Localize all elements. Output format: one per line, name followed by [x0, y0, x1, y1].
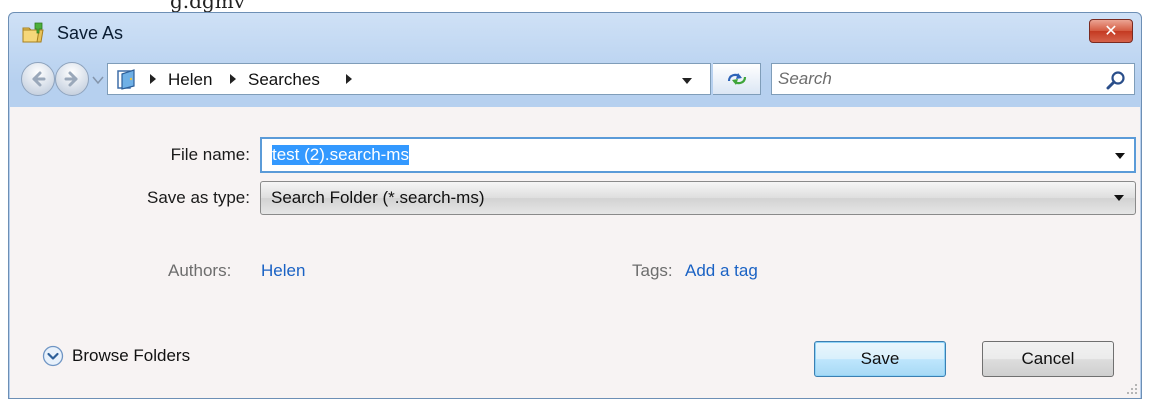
search-input[interactable]: [778, 67, 1088, 91]
authors-value[interactable]: Helen: [261, 261, 305, 281]
background-text: g.dgmv: [170, 0, 246, 12]
forward-arrow-icon: [64, 71, 78, 87]
tags-label: Tags:: [632, 261, 673, 280]
save-as-type-value: Search Folder (*.search-ms): [271, 188, 485, 207]
title-bar: Save As ✕: [9, 13, 1141, 53]
refresh-button[interactable]: [713, 63, 761, 95]
breadcrumb-searches[interactable]: Searches: [248, 70, 320, 90]
add-tag-link[interactable]: Add a tag: [685, 261, 758, 281]
back-arrow-icon: [32, 71, 46, 87]
chevron-down-icon[interactable]: [680, 76, 694, 86]
breadcrumb-arrow-icon[interactable]: [148, 73, 158, 85]
navigation-bar: Helen Searches: [9, 53, 1141, 103]
refresh-icon: [727, 73, 746, 85]
chevron-down-icon: [1114, 195, 1124, 201]
authors-label: Authors:: [168, 261, 232, 280]
save-folder-icon: [22, 22, 44, 43]
search-icon[interactable]: [1106, 70, 1126, 90]
chevron-down-icon[interactable]: [1114, 152, 1126, 160]
address-bar[interactable]: Helen Searches: [107, 63, 711, 95]
save-as-type-select[interactable]: Search Folder (*.search-ms): [260, 181, 1136, 215]
file-name-input[interactable]: [272, 143, 1102, 167]
file-name-field[interactable]: [260, 137, 1136, 173]
close-button[interactable]: ✕: [1089, 19, 1133, 43]
save-as-dialog: Save As ✕ Helen Searches Search File nam…: [8, 12, 1142, 399]
breadcrumb-helen[interactable]: Helen: [168, 70, 212, 90]
file-name-label: File name:: [170, 145, 250, 164]
recent-pages-dropdown-icon[interactable]: [90, 72, 106, 88]
expand-circle-icon: [42, 345, 64, 367]
page: g.dgmv Save As ✕ Helen Searches Search F…: [0, 0, 1150, 399]
close-icon: ✕: [1104, 21, 1118, 40]
folder-icon: [117, 69, 135, 90]
background-text-strip: g.dgmv: [0, 0, 1150, 12]
search-box[interactable]: [771, 63, 1135, 95]
forward-button[interactable]: [55, 62, 89, 96]
back-button[interactable]: [21, 62, 55, 96]
resize-grip-icon[interactable]: [1124, 381, 1138, 395]
save-button[interactable]: Save: [814, 341, 946, 377]
browse-folders-label: Browse Folders: [72, 346, 191, 365]
cancel-button[interactable]: Cancel: [982, 341, 1114, 377]
breadcrumb-arrow-icon[interactable]: [228, 73, 238, 85]
browse-folders-toggle[interactable]: Browse Folders: [42, 343, 190, 369]
save-as-type-label: Save as type:: [146, 188, 250, 207]
dialog-content: File name: Save as type: Search Folder (…: [10, 107, 1140, 398]
breadcrumb-arrow-icon[interactable]: [344, 73, 354, 85]
dialog-title: Save As: [57, 23, 124, 43]
